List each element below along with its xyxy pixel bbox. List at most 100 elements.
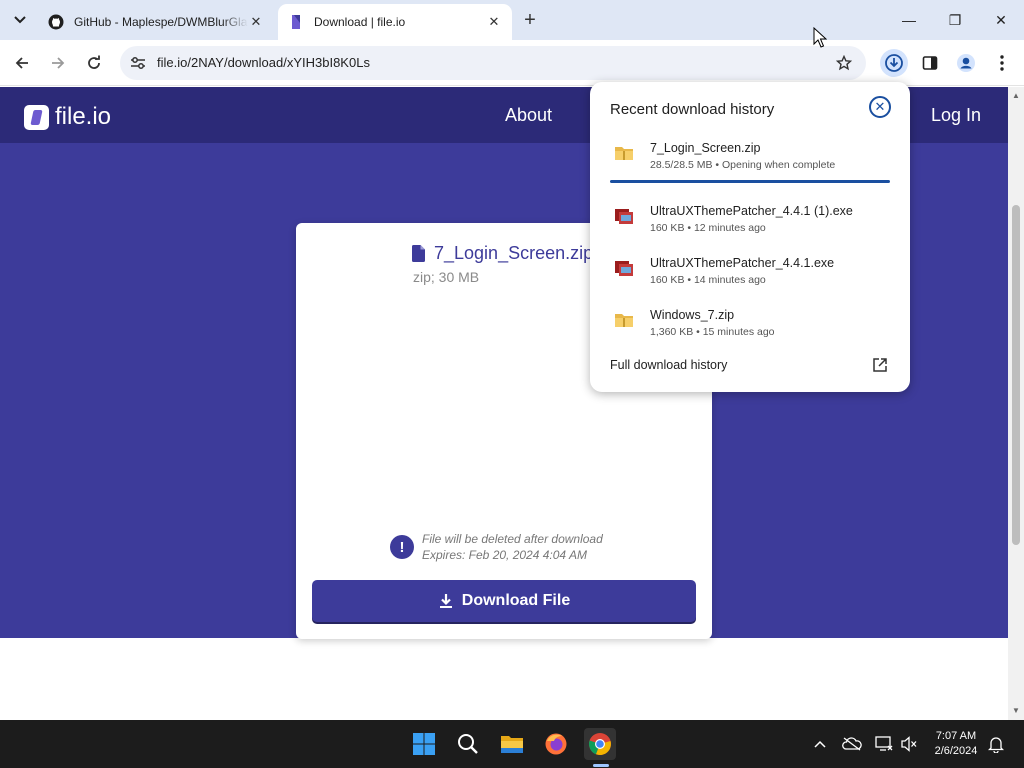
tab-search-button[interactable]: [6, 8, 34, 32]
download-item-status: 1,360 KB • 15 minutes ago: [650, 326, 775, 338]
exe-installer-icon: [615, 261, 633, 276]
windows-taskbar: 7:07 AM 2/6/2024: [0, 720, 1024, 768]
download-arrow-icon: [439, 594, 452, 608]
network-icon: [875, 736, 893, 751]
volume-muted-icon: [901, 736, 917, 752]
nav-login-link[interactable]: Log In: [931, 105, 981, 126]
exe-installer-icon: [615, 209, 633, 224]
chevron-down-icon: [14, 16, 26, 24]
download-item[interactable]: 7_Login_Screen.zip 28.5/28.5 MB • Openin…: [610, 141, 890, 181]
scroll-down-arrow-icon[interactable]: ▼: [1012, 706, 1020, 715]
download-item[interactable]: Windows_7.zip 1,360 KB • 15 minutes ago: [610, 308, 890, 348]
profile-button[interactable]: [952, 49, 980, 77]
kebab-menu-icon: [1000, 55, 1004, 71]
fileio-favicon-icon: [288, 14, 304, 30]
reload-icon: [88, 55, 100, 69]
tab-fileio[interactable]: Download | file.io ✕: [278, 4, 512, 40]
notice-line-1: File will be deleted after download: [422, 532, 603, 546]
page-scrollbar[interactable]: ▲ ▼: [1008, 87, 1024, 720]
firefox-button[interactable]: [540, 728, 572, 760]
mouse-cursor-icon: [813, 27, 827, 48]
notice-line-2: Expires: Feb 20, 2024 4:04 AM: [422, 548, 587, 562]
file-explorer-icon: [501, 736, 523, 753]
exclamation-icon: !: [390, 535, 414, 559]
network-button[interactable]: [874, 734, 894, 754]
minimize-button[interactable]: —: [886, 0, 932, 40]
windows-logo-icon: [413, 733, 435, 755]
download-history-bubble: Recent download history ✕ 7_Login_Screen…: [590, 82, 910, 392]
tab-title: GitHub - Maplespe/DWMBlurGlass: [74, 15, 248, 29]
tab-title: Download | file.io: [314, 15, 406, 29]
download-item-name: UltraUXThemePatcher_4.4.1.exe: [650, 256, 835, 270]
clock-time: 7:07 AM: [935, 730, 977, 742]
url-text: file.io/2NAY/download/xYIH3bI8K0Ls: [157, 55, 370, 70]
restore-button[interactable]: ❐: [932, 0, 978, 40]
bookmark-star-icon[interactable]: [834, 53, 854, 73]
file-meta: zip; 30 MB: [413, 269, 480, 285]
profile-avatar-icon: [957, 54, 975, 72]
new-tab-button[interactable]: +: [518, 8, 542, 32]
chevron-up-icon: [814, 740, 826, 748]
scroll-thumb[interactable]: [1012, 205, 1020, 545]
taskbar-clock[interactable]: 7:07 AM 2/6/2024: [928, 729, 984, 759]
close-tab-icon[interactable]: ✕: [248, 14, 264, 30]
file-title: 7_Login_Screen.zip: [412, 243, 593, 264]
downloads-button[interactable]: [880, 49, 908, 77]
download-item-status: 28.5/28.5 MB • Opening when complete: [650, 159, 836, 171]
volume-button[interactable]: [899, 734, 919, 754]
clock-date: 2/6/2024: [934, 745, 978, 757]
notifications-button[interactable]: [986, 734, 1006, 754]
browser-toolbar: file.io/2NAY/download/xYIH3bI8K0Ls: [0, 40, 1024, 86]
close-window-button[interactable]: ✕: [978, 0, 1024, 40]
logo-text: file.io: [55, 103, 112, 130]
download-item-name: Windows_7.zip: [650, 308, 735, 322]
back-button[interactable]: [8, 49, 36, 77]
arrow-left-icon: [15, 57, 28, 69]
tab-strip: GitHub - Maplespe/DWMBlurGlass ✕ Downloa…: [0, 0, 1024, 40]
chrome-button[interactable]: [584, 728, 616, 760]
close-tab-icon[interactable]: ✕: [486, 14, 502, 30]
download-progress-bar: [610, 180, 890, 183]
nav-about-link[interactable]: About: [505, 105, 552, 126]
download-item-status: 160 KB • 12 minutes ago: [650, 222, 766, 234]
scroll-up-arrow-icon[interactable]: ▲: [1012, 91, 1020, 100]
download-item-name: 7_Login_Screen.zip: [650, 141, 761, 155]
address-bar[interactable]: file.io/2NAY/download/xYIH3bI8K0Ls: [120, 46, 866, 80]
zip-folder-icon: [615, 147, 633, 160]
chrome-icon: [589, 733, 611, 756]
download-item[interactable]: UltraUXThemePatcher_4.4.1 (1).exe 160 KB…: [610, 204, 890, 244]
download-item[interactable]: UltraUXThemePatcher_4.4.1.exe 160 KB • 1…: [610, 256, 890, 296]
open-external-icon[interactable]: [872, 357, 888, 373]
file-name-text: 7_Login_Screen.zip: [434, 243, 594, 263]
reload-button[interactable]: [80, 49, 108, 77]
download-circle-icon: [885, 54, 903, 72]
download-file-button[interactable]: Download File: [312, 580, 696, 622]
side-panel-button[interactable]: [916, 49, 944, 77]
close-bubble-button[interactable]: ✕: [869, 96, 891, 118]
site-info-icon[interactable]: [128, 53, 148, 73]
search-icon: [458, 734, 478, 754]
show-hidden-icons-button[interactable]: [810, 734, 830, 754]
deletion-notice: ! File will be deleted after download Ex…: [390, 531, 603, 563]
chrome-menu-button[interactable]: [988, 49, 1016, 77]
file-document-icon: [412, 245, 425, 262]
site-logo[interactable]: file.io: [24, 103, 111, 131]
onedrive-button[interactable]: [842, 734, 862, 754]
file-explorer-button[interactable]: [496, 728, 528, 760]
search-button[interactable]: [452, 728, 484, 760]
cloud-offline-icon: [842, 737, 862, 751]
download-item-name: UltraUXThemePatcher_4.4.1 (1).exe: [650, 204, 853, 218]
github-icon: [48, 14, 64, 30]
forward-button[interactable]: [44, 49, 72, 77]
zip-folder-icon: [615, 314, 633, 327]
full-download-history-link[interactable]: Full download history: [610, 358, 727, 372]
bell-icon: [988, 737, 1004, 753]
start-button[interactable]: [408, 728, 440, 760]
download-button-label: Download File: [461, 592, 571, 609]
side-panel-icon: [922, 56, 938, 70]
download-item-status: 160 KB • 14 minutes ago: [650, 274, 766, 286]
bubble-title: Recent download history: [610, 101, 775, 118]
active-app-indicator: [593, 764, 609, 767]
firefox-icon: [545, 733, 567, 755]
tab-github[interactable]: GitHub - Maplespe/DWMBlurGlass ✕: [38, 4, 274, 40]
